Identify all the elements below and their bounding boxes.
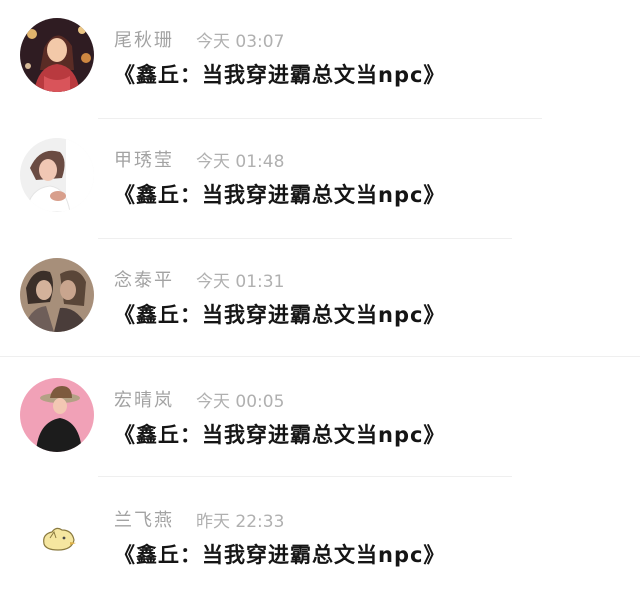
row-divider [98,238,512,239]
author-name[interactable]: 兰飞燕 [114,506,174,532]
row-divider [98,118,542,119]
comment-meta: 甲琇莹 今天 01:48 [114,146,285,172]
comment-item[interactable]: 尾秋珊 今天 03:07 《鑫丘：当我穿进霸总文当npc》 [0,0,640,120]
user-avatar[interactable] [20,378,94,452]
comment-meta: 宏晴岚 今天 00:05 [114,386,285,412]
comment-item[interactable]: 兰飞燕 昨天 22:33 《鑫丘：当我穿进霸总文当npc》 [0,480,640,600]
comment-time: 今天 01:48 [196,151,285,172]
user-avatar[interactable] [20,138,94,212]
comment-text: 《鑫丘：当我穿进霸总文当npc》 [114,63,446,87]
comment-item[interactable]: 念泰平 今天 01:31 《鑫丘：当我穿进霸总文当npc》 [0,240,640,360]
selfie-woman-avatar-image [20,138,94,212]
comment-text: 《鑫丘：当我穿进霸总文当npc》 [114,303,446,327]
comment-time: 今天 01:31 [196,271,285,292]
comment-text: 《鑫丘：当我穿进霸总文当npc》 [114,183,446,207]
user-avatar[interactable] [20,498,94,572]
comment-time: 昨天 22:33 [196,511,285,532]
comment-item[interactable]: 宏晴岚 今天 00:05 《鑫丘：当我穿进霸总文当npc》 [0,360,640,480]
user-avatar[interactable] [20,258,94,332]
author-name[interactable]: 念泰平 [114,266,174,292]
comment-time: 今天 03:07 [196,31,285,52]
hat-woman-on-pink-avatar-image [20,378,94,452]
comment-meta: 念泰平 今天 01:31 [114,266,285,292]
author-name[interactable]: 宏晴岚 [114,386,174,412]
yellow-chick-sticker-avatar-image [20,498,94,572]
comment-text: 《鑫丘：当我穿进霸总文当npc》 [114,543,446,567]
comment-item[interactable]: 甲琇莹 今天 01:48 《鑫丘：当我穿进霸总文当npc》 [0,120,640,240]
comment-time: 今天 00:05 [196,391,285,412]
row-divider [0,356,640,357]
comment-meta: 兰飞燕 昨天 22:33 [114,506,285,532]
woman-with-lanterns-avatar-image [20,18,94,92]
row-divider [98,476,512,477]
comment-list: 尾秋珊 今天 03:07 《鑫丘：当我穿进霸总文当npc》 甲琇莹 今天 01:… [0,0,640,598]
author-name[interactable]: 尾秋珊 [114,26,174,52]
comment-text: 《鑫丘：当我穿进霸总文当npc》 [114,423,446,447]
couple-kissing-avatar-image [20,258,94,332]
comment-meta: 尾秋珊 今天 03:07 [114,26,285,52]
author-name[interactable]: 甲琇莹 [114,146,174,172]
user-avatar[interactable] [20,18,94,92]
